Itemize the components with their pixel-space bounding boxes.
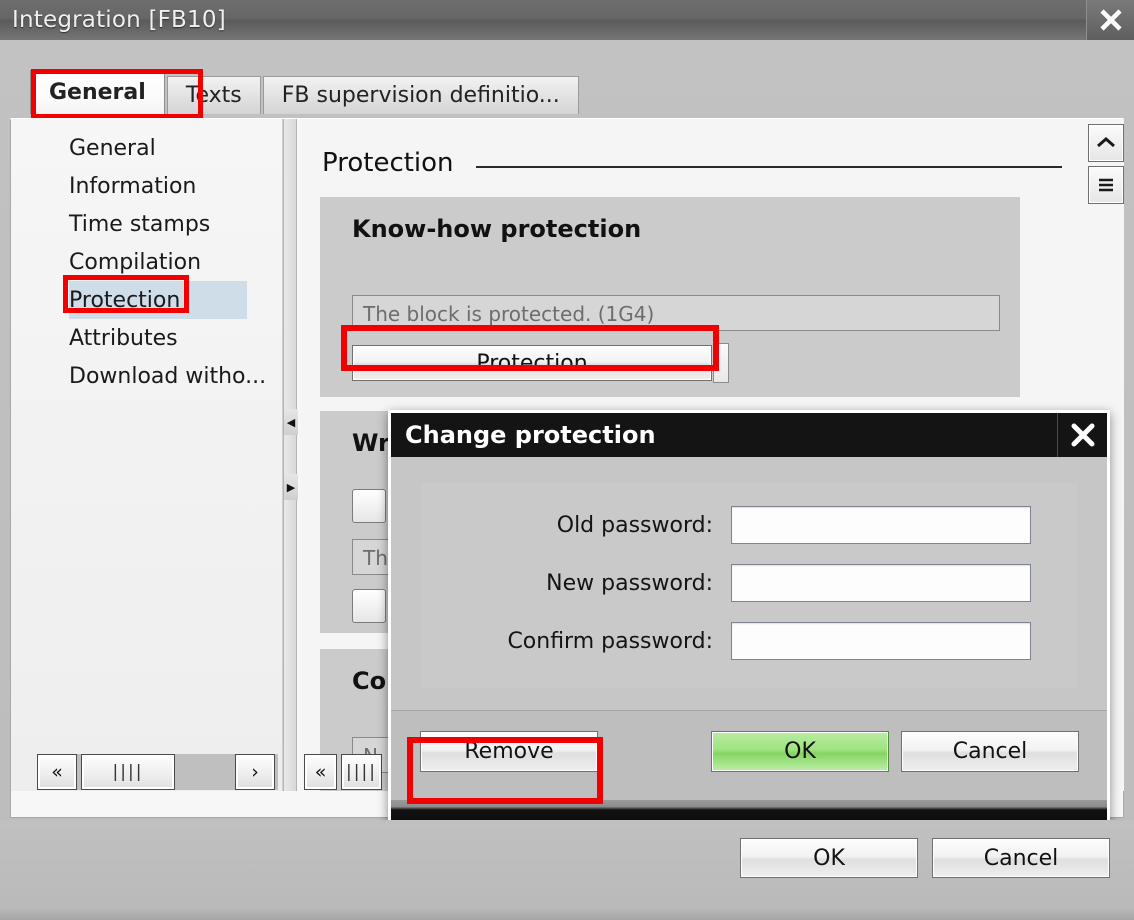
tab-general-label: General	[49, 80, 146, 105]
close-icon[interactable]	[1057, 413, 1107, 457]
panel-splitter[interactable]: ◀ ▶	[283, 119, 298, 791]
window-title: Integration [FB10]	[12, 7, 226, 33]
content-scrollbar-thumb-grip: ||||	[346, 762, 377, 782]
sidebar-item-download-without[interactable]: Download witho...	[11, 357, 282, 395]
sidebar-item-compilation-label: Compilation	[69, 249, 202, 275]
sidebar-item-time-stamps[interactable]: Time stamps	[11, 205, 282, 243]
sidebar-item-download-without-label: Download witho...	[69, 363, 267, 389]
splitter-collapse-right-icon[interactable]: ▶	[284, 474, 298, 500]
footer-cancel-label: Cancel	[983, 845, 1059, 871]
sidebar-item-general[interactable]: General	[11, 129, 282, 167]
write-protection-checkbox[interactable]	[352, 489, 386, 523]
footer-ok-button[interactable]: OK	[740, 838, 918, 878]
sidebar-item-compilation[interactable]: Compilation	[11, 243, 282, 281]
content-scroll-controls[interactable]	[1088, 124, 1124, 208]
hamburger-menu-icon[interactable]	[1088, 166, 1124, 204]
change-protection-title: Change protection	[405, 421, 656, 449]
write-protection-secondary-checkbox[interactable]	[352, 589, 386, 623]
sidebar-item-attributes[interactable]: Attributes	[11, 319, 282, 357]
chevron-up-icon[interactable]	[1088, 124, 1124, 162]
confirm-password-label: Confirm password:	[507, 628, 713, 654]
cancel-button-label: Cancel	[952, 739, 1028, 764]
close-glyph	[1071, 423, 1094, 447]
application-window: Integration [FB10] General Texts FB supe…	[0, 0, 1134, 920]
close-icon[interactable]	[1086, 0, 1134, 40]
confirm-password-row: Confirm password:	[421, 617, 1077, 665]
remove-button[interactable]: Remove	[420, 731, 598, 772]
window-title-bar: Integration [FB10]	[0, 0, 1134, 40]
tab-texts[interactable]: Texts	[166, 76, 261, 114]
cancel-button[interactable]: Cancel	[901, 731, 1079, 772]
new-password-row: New password:	[421, 559, 1077, 607]
knowhow-protection-button[interactable]: Protection	[352, 345, 712, 381]
scroll-left-glyph: «	[51, 761, 63, 783]
tab-fb-supervision[interactable]: FB supervision definitio...	[262, 76, 579, 114]
knowhow-protection-button-label: Protection	[476, 350, 588, 376]
knowhow-status-field: The block is protected. (1G4)	[352, 295, 1000, 331]
content-scroll-left-icon[interactable]: «	[303, 754, 338, 790]
footer-cancel-button[interactable]: Cancel	[932, 838, 1110, 878]
sidebar-item-protection[interactable]: Protection	[69, 281, 247, 319]
change-protection-footer: Remove OK Cancel	[391, 710, 1107, 800]
old-password-row: Old password:	[421, 501, 1077, 549]
content-scrollbar-thumb[interactable]: ||||	[341, 754, 382, 790]
page-title: Protection	[322, 148, 454, 178]
scrollbar-thumb[interactable]: ||||	[81, 754, 175, 790]
old-password-field[interactable]	[731, 506, 1031, 544]
content-scroll-left-glyph: «	[314, 761, 327, 783]
remove-button-label: Remove	[464, 739, 554, 764]
old-password-label: Old password:	[556, 512, 713, 538]
tab-general[interactable]: General	[30, 70, 165, 114]
knowhow-protection-group: Know-how protection The block is protect…	[320, 197, 1020, 397]
hamburger-menu-glyph	[1099, 178, 1113, 192]
ok-button[interactable]: OK	[711, 731, 889, 772]
dialog-footer-buttons: OK Cancel	[740, 838, 1110, 878]
knowhow-protection-title: Know-how protection	[352, 215, 642, 243]
splitter-collapse-left-icon[interactable]: ◀	[284, 409, 298, 435]
sidebar-horizontal-scrollbar[interactable]: « |||| ›	[37, 754, 278, 790]
sidebar-item-protection-label: Protection	[69, 287, 181, 313]
footer-ok-label: OK	[813, 845, 845, 871]
scroll-right-icon[interactable]: ›	[235, 754, 275, 790]
sidebar-item-time-stamps-label: Time stamps	[69, 211, 211, 237]
change-protection-title-bar: Change protection	[391, 413, 1107, 457]
content-header: Protection	[322, 141, 1062, 185]
dialog-footer: OK Cancel	[0, 820, 1134, 920]
ok-button-label: OK	[784, 739, 816, 764]
tab-texts-label: Texts	[185, 83, 242, 108]
sidebar-item-information[interactable]: Information	[11, 167, 282, 205]
knowhow-protection-button-edge	[713, 343, 729, 383]
tab-fb-supervision-label: FB supervision definitio...	[281, 83, 560, 108]
dialog-bottom-strip	[391, 800, 1107, 822]
change-protection-dialog: Change protection Old password: New pass…	[388, 410, 1110, 825]
new-password-field[interactable]	[731, 564, 1031, 602]
scroll-right-glyph: ›	[251, 761, 259, 783]
sidebar-item-general-label: General	[69, 135, 156, 161]
content-horizontal-scrollbar[interactable]: « ||||	[303, 754, 382, 790]
header-rule	[475, 166, 1062, 168]
tab-bar[interactable]: General Texts FB supervision definitio..…	[30, 70, 581, 114]
sidebar-item-attributes-label: Attributes	[69, 325, 178, 351]
confirm-password-field[interactable]	[731, 622, 1031, 660]
settings-nav-list[interactable]: General Information Time stamps Compilat…	[11, 119, 283, 791]
scroll-left-icon[interactable]: «	[37, 754, 77, 790]
chevron-up-glyph	[1097, 137, 1115, 148]
scrollbar-thumb-grip: ||||	[112, 762, 144, 782]
new-password-label: New password:	[546, 570, 713, 596]
password-fields-group: Old password: New password: Confirm pass…	[421, 483, 1077, 688]
sidebar-item-information-label: Information	[69, 173, 197, 199]
close-glyph	[1099, 9, 1122, 31]
